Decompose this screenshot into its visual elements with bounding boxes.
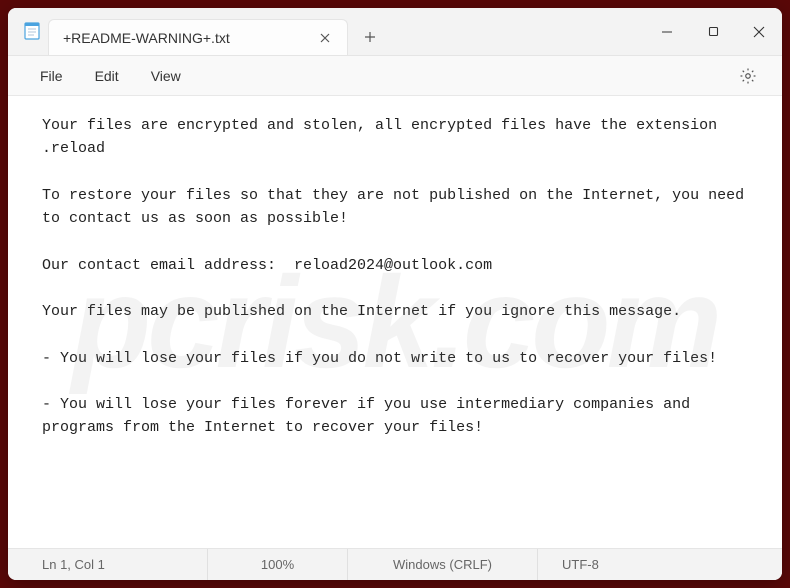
- close-tab-button[interactable]: [313, 26, 337, 50]
- titlebar: +README-WARNING+.txt: [8, 8, 782, 56]
- tab-title: +README-WARNING+.txt: [63, 30, 313, 46]
- status-encoding[interactable]: UTF-8: [538, 549, 782, 580]
- new-tab-button[interactable]: [352, 19, 388, 55]
- notepad-window: +README-WARNING+.txt File Edit View: [8, 8, 782, 580]
- status-eol[interactable]: Windows (CRLF): [348, 549, 538, 580]
- notepad-icon: [22, 21, 42, 41]
- menu-file[interactable]: File: [26, 62, 77, 90]
- status-position[interactable]: Ln 1, Col 1: [8, 549, 208, 580]
- gear-icon: [739, 67, 757, 85]
- menubar: File Edit View: [8, 56, 782, 96]
- maximize-button[interactable]: [690, 8, 736, 55]
- statusbar: Ln 1, Col 1 100% Windows (CRLF) UTF-8: [8, 548, 782, 580]
- window-controls: [644, 8, 782, 55]
- text-content[interactable]: Your files are encrypted and stolen, all…: [42, 114, 758, 440]
- tab-strip: +README-WARNING+.txt: [8, 8, 644, 55]
- close-window-button[interactable]: [736, 8, 782, 55]
- editor-area[interactable]: pcrisk.com Your files are encrypted and …: [8, 96, 782, 548]
- menu-view[interactable]: View: [137, 62, 195, 90]
- minimize-button[interactable]: [644, 8, 690, 55]
- menu-edit[interactable]: Edit: [81, 62, 133, 90]
- settings-button[interactable]: [732, 60, 764, 92]
- tab-active[interactable]: +README-WARNING+.txt: [48, 19, 348, 55]
- status-zoom[interactable]: 100%: [208, 549, 348, 580]
